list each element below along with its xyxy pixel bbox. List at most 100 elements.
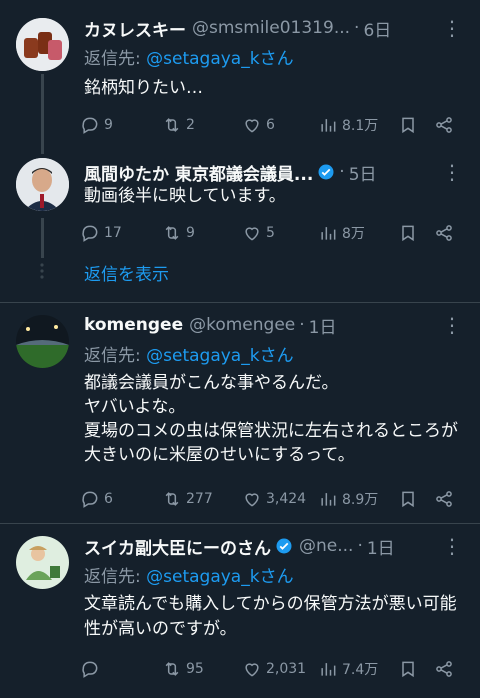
bookmark-button[interactable] bbox=[398, 220, 418, 246]
avatar[interactable] bbox=[16, 315, 69, 368]
timestamp[interactable]: 1日 bbox=[309, 313, 337, 338]
more-replies-dots-icon bbox=[40, 263, 44, 279]
bookmark-button[interactable] bbox=[398, 656, 418, 682]
reply-prefix: 返信先: bbox=[84, 346, 147, 366]
retweet-icon bbox=[165, 226, 179, 240]
thread-line bbox=[41, 218, 44, 258]
views-icon bbox=[321, 119, 336, 132]
heart-icon bbox=[245, 663, 259, 677]
heart-icon bbox=[245, 227, 259, 241]
like-count: 3,424 bbox=[266, 491, 307, 507]
views-icon bbox=[321, 493, 336, 506]
share-button[interactable] bbox=[434, 656, 454, 682]
separator-dot: · bbox=[357, 536, 363, 556]
canele-avatar-icon bbox=[16, 18, 69, 71]
author-name[interactable]: komengee bbox=[84, 315, 183, 335]
retweet-count: 277 bbox=[186, 491, 213, 507]
like-button[interactable]: 5 bbox=[242, 220, 275, 246]
share-icon bbox=[436, 661, 452, 677]
retweet-button[interactable]: 95 bbox=[162, 656, 204, 682]
reply-icon bbox=[82, 661, 98, 678]
retweet-button[interactable]: 2 bbox=[162, 112, 195, 138]
more-options-icon[interactable]: ⋮ bbox=[442, 313, 462, 337]
views-button[interactable]: 7.4万 bbox=[318, 656, 378, 682]
timestamp[interactable]: 6日 bbox=[363, 16, 391, 41]
thread-line bbox=[41, 74, 44, 154]
more-options-icon[interactable]: ⋮ bbox=[442, 16, 462, 40]
person-avatar-icon bbox=[16, 158, 69, 211]
verified-badge-icon bbox=[318, 164, 334, 180]
avatar[interactable] bbox=[16, 536, 69, 589]
author-name[interactable]: スイカ副大臣にーのさん bbox=[84, 534, 271, 559]
retweet-count: 9 bbox=[186, 225, 195, 241]
action-bar: 17 9 5 8万 bbox=[80, 220, 468, 246]
retweet-icon bbox=[165, 492, 179, 506]
views-count: 8.9万 bbox=[342, 492, 379, 508]
views-count: 8.1万 bbox=[342, 118, 379, 134]
like-button[interactable]: 2,031 bbox=[242, 656, 306, 682]
share-button[interactable] bbox=[434, 220, 454, 246]
avatar[interactable] bbox=[16, 158, 69, 211]
reply-icon bbox=[82, 117, 98, 134]
retweet-icon bbox=[165, 118, 179, 132]
like-button[interactable]: 6 bbox=[242, 112, 275, 138]
bookmark-icon bbox=[402, 225, 414, 242]
tweet-text: 文章読んでも購入してからの保管方法が悪い可能性が高いのですが。 bbox=[84, 594, 457, 639]
verified-badge-icon bbox=[276, 538, 292, 554]
views-count: 7.4万 bbox=[342, 662, 379, 678]
reply-icon bbox=[82, 225, 98, 242]
reply-button[interactable] bbox=[80, 656, 104, 682]
bookmark-icon bbox=[402, 491, 414, 508]
retweet-button[interactable]: 277 bbox=[162, 486, 213, 512]
reply-handle-link[interactable]: @setagaya_kさん bbox=[146, 567, 293, 587]
reply-button[interactable]: 9 bbox=[80, 112, 113, 138]
retweet-button[interactable]: 9 bbox=[162, 220, 195, 246]
retweet-count: 95 bbox=[186, 661, 204, 677]
timestamp[interactable]: 1日 bbox=[367, 534, 395, 559]
share-button[interactable] bbox=[434, 486, 454, 512]
retweet-count: 2 bbox=[186, 117, 195, 133]
reply-button[interactable]: 17 bbox=[80, 220, 122, 246]
views-icon bbox=[321, 227, 336, 240]
avatar[interactable] bbox=[16, 18, 69, 71]
heart-icon bbox=[245, 119, 259, 133]
separator-dot: · bbox=[299, 315, 305, 335]
author-handle[interactable]: @smsmile01319... bbox=[192, 18, 350, 38]
author-name[interactable]: カヌレスキー bbox=[84, 16, 186, 41]
views-button[interactable]: 8.1万 bbox=[318, 112, 378, 138]
reply-prefix: 返信先: bbox=[84, 567, 147, 587]
views-icon bbox=[321, 663, 336, 676]
reply-button[interactable]: 6 bbox=[80, 486, 113, 512]
share-icon bbox=[436, 491, 452, 507]
reply-handle-link[interactable]: @setagaya_kさん bbox=[146, 49, 293, 69]
author-handle[interactable]: @komengee bbox=[189, 315, 295, 335]
bookmark-button[interactable] bbox=[398, 112, 418, 138]
more-options-icon[interactable]: ⋮ bbox=[442, 534, 462, 558]
separator-dot: · bbox=[339, 162, 345, 182]
timestamp[interactable]: 5日 bbox=[349, 160, 377, 185]
like-button[interactable]: 3,424 bbox=[242, 486, 306, 512]
reply-count: 9 bbox=[104, 117, 113, 133]
author-handle[interactable]: @ne... bbox=[299, 536, 353, 556]
reply-to: 返信先: @setagaya_kさん bbox=[84, 44, 294, 69]
reply-to: 返信先: @setagaya_kさん bbox=[84, 341, 294, 366]
share-icon bbox=[436, 117, 452, 133]
author-name[interactable]: 風間ゆたか 東京都議会議員... bbox=[84, 160, 313, 185]
like-count: 2,031 bbox=[266, 661, 307, 677]
bookmark-button[interactable] bbox=[398, 486, 418, 512]
bookmark-icon bbox=[402, 117, 414, 134]
action-bar: 9 2 6 8.1万 bbox=[80, 112, 468, 138]
reply-icon bbox=[82, 491, 98, 508]
reply-handle-link[interactable]: @setagaya_kさん bbox=[146, 346, 293, 366]
share-icon bbox=[436, 225, 452, 241]
views-button[interactable]: 8.9万 bbox=[318, 486, 378, 512]
views-button[interactable]: 8万 bbox=[318, 220, 365, 246]
show-replies-link[interactable]: 返信を表示 bbox=[84, 260, 169, 285]
reply-count: 6 bbox=[104, 491, 113, 507]
share-button[interactable] bbox=[434, 112, 454, 138]
action-bar: 95 2,031 7.4万 bbox=[80, 656, 468, 682]
more-options-icon[interactable]: ⋮ bbox=[442, 160, 462, 184]
tweet-text: 都議会議員がこんな事やるんだ。 ヤバいよな。 夏場のコメの虫は保管状況に左右され… bbox=[84, 373, 458, 465]
separator-dot: · bbox=[354, 18, 360, 38]
retweet-icon bbox=[165, 662, 179, 676]
